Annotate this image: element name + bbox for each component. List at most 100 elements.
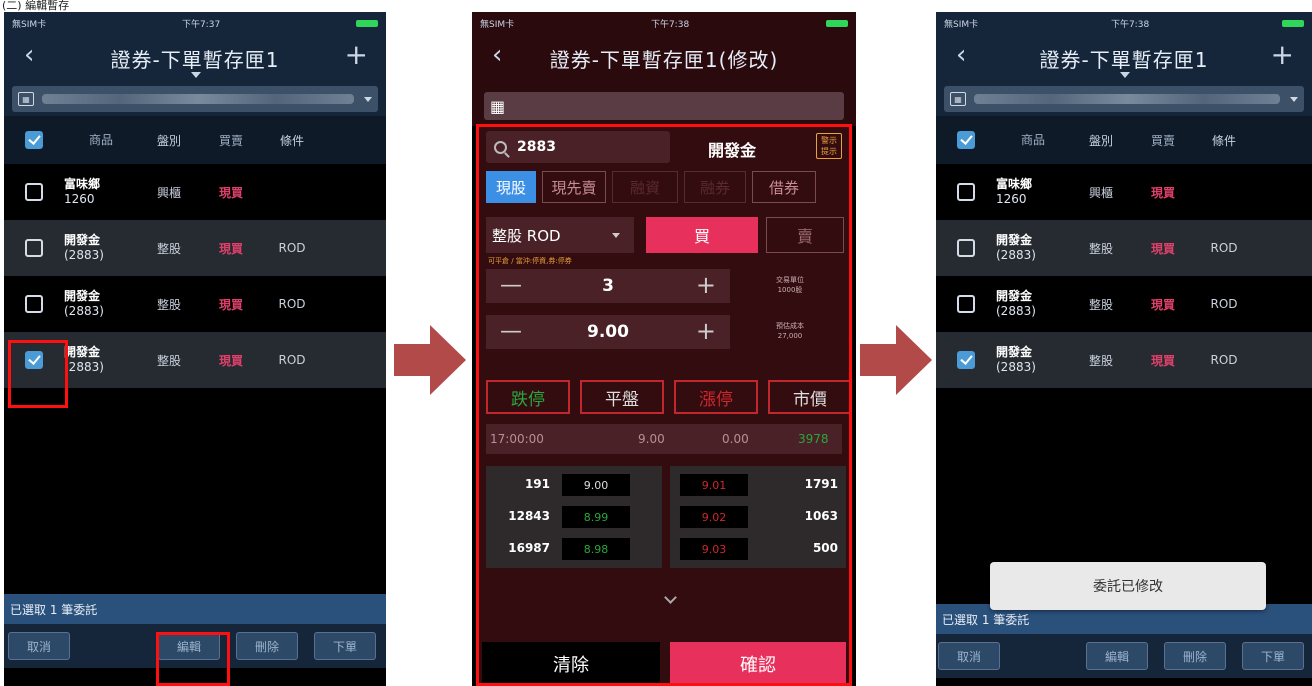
table-header: 商品 盤別 買賣 條件 xyxy=(936,116,1312,164)
row-checkbox[interactable] xyxy=(957,351,975,369)
row-category: 整股 xyxy=(156,297,181,312)
status-bar: 無SIM卡 下午7:38 xyxy=(472,12,856,34)
page-title[interactable]: 證券-下單暫存匣1 xyxy=(111,44,280,73)
product-code: 1260 xyxy=(64,192,95,206)
product-name: 富味鄉 xyxy=(64,177,101,191)
col-condition: 條件 xyxy=(1211,133,1236,148)
row-category: 整股 xyxy=(156,353,181,368)
row-side: 現買 xyxy=(1150,241,1175,256)
product-name: 開發金 xyxy=(996,233,1033,247)
row-category: 興櫃 xyxy=(156,185,181,200)
nav-bar: ‹ 證券-下單暫存匣1 + xyxy=(936,34,1312,82)
product-name: 富味鄉 xyxy=(996,177,1033,191)
col-product: 商品 xyxy=(1020,132,1045,147)
row-side: 現買 xyxy=(1150,185,1175,200)
product-code: (2883) xyxy=(996,248,1036,262)
phone-screen-result: 無SIM卡 下午7:38 ‹ 證券-下單暫存匣1 + ▦ 商品 盤別 買賣 條件… xyxy=(936,12,1312,686)
caption: (二) 編輯暫存 xyxy=(2,0,70,12)
battery-icon xyxy=(1281,19,1304,27)
add-icon[interactable]: + xyxy=(345,38,368,71)
clock-label: 下午7:38 xyxy=(650,19,690,30)
title-dropdown-icon[interactable] xyxy=(1120,72,1130,78)
arrow-right-icon xyxy=(860,325,932,395)
account-selector[interactable]: ▦ xyxy=(4,82,386,116)
page-title[interactable]: 證券-下單暫存匣1 xyxy=(1040,44,1209,73)
row-side: 現買 xyxy=(1150,353,1175,368)
table-row[interactable]: 開發金 (2883) 整股 現買 ROD xyxy=(4,276,386,332)
col-side: 買賣 xyxy=(1150,133,1175,148)
action-bar: 取消 編輯 刪除 下單 xyxy=(936,634,1312,678)
row-condition: ROD xyxy=(278,241,306,255)
highlight-checkbox xyxy=(8,340,68,408)
back-icon[interactable]: ‹ xyxy=(956,40,966,70)
row-condition: ROD xyxy=(1210,297,1238,311)
row-category: 興櫃 xyxy=(1088,185,1113,200)
row-checkbox[interactable] xyxy=(957,239,975,257)
product-code: (2883) xyxy=(996,360,1036,374)
delete-button[interactable]: 刪除 xyxy=(1164,642,1226,670)
highlight-edit xyxy=(156,632,230,686)
carrier-label: 無SIM卡 xyxy=(480,19,515,30)
nav-bar: ‹ 證券-下單暫存匣1 + xyxy=(4,34,386,82)
row-condition: ROD xyxy=(278,297,306,311)
account-icon: ▦ xyxy=(18,92,34,106)
status-bar: 無SIM卡 下午7:37 xyxy=(4,12,386,34)
chevron-down-icon[interactable] xyxy=(1290,96,1298,102)
page-title: 證券-下單暫存匣1(修改) xyxy=(549,47,779,72)
row-product: 開發金 (2883) xyxy=(64,289,138,319)
table-row[interactable]: 開發金 (2883) 整股 現買 ROD xyxy=(936,220,1312,276)
row-condition: ROD xyxy=(1210,353,1238,367)
clock-label: 下午7:38 xyxy=(1110,19,1150,30)
selection-text: 已選取 1 筆委託 xyxy=(10,602,98,617)
row-category: 整股 xyxy=(1088,353,1113,368)
row-checkbox[interactable] xyxy=(957,295,975,313)
row-condition: ROD xyxy=(278,353,306,367)
row-side: 現買 xyxy=(218,353,243,368)
row-product: 開發金 (2883) xyxy=(64,233,138,263)
col-side: 買賣 xyxy=(218,133,243,148)
order-button[interactable]: 下單 xyxy=(314,632,376,660)
product-name: 開發金 xyxy=(64,233,101,247)
row-category: 整股 xyxy=(1088,297,1113,312)
row-checkbox[interactable] xyxy=(25,295,43,313)
table-row[interactable]: 開發金 (2883) 整股 現買 ROD xyxy=(936,276,1312,332)
row-product: 開發金 (2883) xyxy=(996,345,1070,375)
row-category: 整股 xyxy=(1088,241,1113,256)
row-checkbox[interactable] xyxy=(25,183,43,201)
phone-screen-edit: 無SIM卡 下午7:38 ‹ 證券-下單暫存匣1(修改) ▦ 2883 開發金 … xyxy=(472,12,856,686)
table-row[interactable]: 富味鄉 1260 興櫃 現買 xyxy=(936,164,1312,220)
back-icon[interactable]: ‹ xyxy=(492,40,502,70)
arrow-right-icon xyxy=(394,325,466,395)
row-checkbox[interactable] xyxy=(957,183,975,201)
title-dropdown-icon[interactable] xyxy=(191,72,201,78)
table-row[interactable]: 開發金 (2883) 整股 現買 ROD xyxy=(4,220,386,276)
edit-button[interactable]: 編輯 xyxy=(1086,642,1148,670)
product-code: (2883) xyxy=(64,360,104,374)
product-code: (2883) xyxy=(996,304,1036,318)
product-code: 1260 xyxy=(996,192,1027,206)
add-icon[interactable]: + xyxy=(1271,38,1294,71)
nav-bar: ‹ 證券-下單暫存匣1(修改) xyxy=(472,34,856,82)
account-icon: ▦ xyxy=(950,92,966,106)
account-selector[interactable]: ▦ xyxy=(936,82,1312,116)
table-row[interactable]: 開發金 (2883) 整股 現買 ROD xyxy=(936,332,1312,388)
select-all-checkbox[interactable] xyxy=(957,131,975,149)
row-checkbox[interactable] xyxy=(25,239,43,257)
highlight-form xyxy=(476,124,852,686)
col-product: 商品 xyxy=(88,132,113,147)
cancel-button[interactable]: 取消 xyxy=(8,632,70,660)
chevron-down-icon[interactable] xyxy=(364,96,372,102)
phone-screen-list: 無SIM卡 下午7:37 ‹ 證券-下單暫存匣1 + ▦ 商品 盤別 買賣 條件… xyxy=(4,12,386,686)
order-button[interactable]: 下單 xyxy=(1242,642,1304,670)
row-side: 現買 xyxy=(218,241,243,256)
row-side: 現買 xyxy=(1150,297,1175,312)
row-side: 現買 xyxy=(218,185,243,200)
account-masked xyxy=(42,94,354,104)
cancel-button[interactable]: 取消 xyxy=(938,642,1000,670)
delete-button[interactable]: 刪除 xyxy=(236,632,298,660)
account-selector: ▦ xyxy=(472,82,856,126)
back-icon[interactable]: ‹ xyxy=(24,40,34,70)
select-all-checkbox[interactable] xyxy=(25,131,43,149)
carrier-label: 無SIM卡 xyxy=(944,19,979,30)
table-row[interactable]: 富味鄉 1260 興櫃 現買 xyxy=(4,164,386,220)
